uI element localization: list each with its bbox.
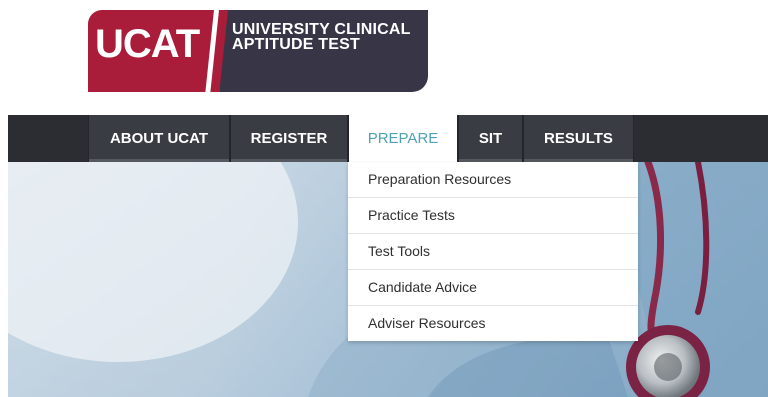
page: UCAT UNIVERSITY CLINICAL APTITUDE TEST A… (0, 0, 768, 397)
logo-line-1: UNIVERSITY CLINICAL (232, 21, 411, 38)
prepare-dropdown-menu: Preparation Resources Practice Tests Tes… (348, 162, 638, 341)
logo-line-2: APTITUDE TEST (232, 36, 360, 53)
menu-item-adviser-resources[interactable]: Adviser Resources (348, 306, 638, 341)
nav-item-register[interactable]: REGISTER (230, 115, 348, 162)
logo-full-name: UNIVERSITY CLINICAL APTITUDE TEST (232, 21, 411, 53)
nav-item-about-ucat[interactable]: ABOUT UCAT (88, 115, 230, 162)
logo-abbreviation: UCAT (95, 22, 200, 66)
menu-item-preparation-resources[interactable]: Preparation Resources (348, 162, 638, 198)
menu-item-test-tools[interactable]: Test Tools (348, 234, 638, 270)
nav-item-prepare[interactable]: PREPARE (348, 115, 458, 162)
menu-item-candidate-advice[interactable]: Candidate Advice (348, 270, 638, 306)
menu-item-practice-tests[interactable]: Practice Tests (348, 198, 638, 234)
ucat-logo[interactable]: UCAT UNIVERSITY CLINICAL APTITUDE TEST (88, 10, 428, 92)
nav-items: ABOUT UCAT REGISTER PREPARE SIT RESULTS (88, 115, 634, 162)
main-navigation: ABOUT UCAT REGISTER PREPARE SIT RESULTS (8, 115, 768, 162)
nav-item-results[interactable]: RESULTS (523, 115, 634, 162)
nav-item-sit[interactable]: SIT (458, 115, 523, 162)
